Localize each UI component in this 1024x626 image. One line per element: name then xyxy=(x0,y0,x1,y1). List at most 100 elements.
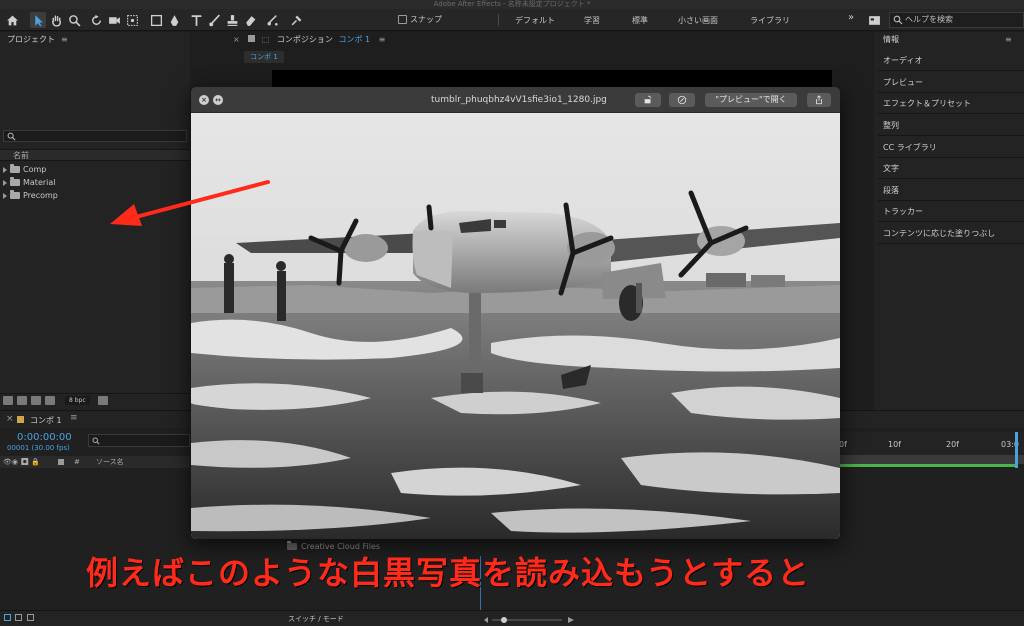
open-in-preview-button[interactable]: "プレビュー"で開く xyxy=(705,93,797,107)
hand-tool-icon[interactable] xyxy=(48,12,64,28)
project-panel-title[interactable]: プロジェクト ≡ xyxy=(7,34,68,45)
rotate-tool-icon[interactable] xyxy=(88,12,104,28)
eraser-tool-icon[interactable] xyxy=(242,12,258,28)
toggle-duration-icon[interactable] xyxy=(27,614,34,621)
search-icon xyxy=(7,132,16,141)
zoom-tool-icon[interactable] xyxy=(66,12,82,28)
trash-icon[interactable] xyxy=(97,396,108,405)
fullscreen-icon[interactable]: ↔ xyxy=(213,95,223,105)
workspace-library[interactable]: ライブラリ xyxy=(750,15,790,26)
panel-cc-libraries[interactable]: CC ライブラリ xyxy=(878,137,1024,158)
folder-icon xyxy=(10,190,20,199)
project-item-label: Precomp xyxy=(23,191,58,200)
current-timecode[interactable]: 0:00:00:00 xyxy=(17,432,72,443)
puppet-pin-tool-icon[interactable] xyxy=(288,12,304,28)
brush-tool-icon[interactable] xyxy=(206,12,222,28)
render-bar xyxy=(838,464,1018,467)
quicklook-window: × ↔ tumblr_phuqbhz4vV1sfie3io1_1280.jpg … xyxy=(191,87,840,539)
snap-checkbox[interactable] xyxy=(398,15,407,24)
timeline-search-input[interactable] xyxy=(88,434,190,447)
composition-panel-name: コンポ 1 xyxy=(338,35,371,44)
toggle-switches-icon[interactable] xyxy=(4,614,11,621)
playhead[interactable] xyxy=(1015,432,1018,468)
panel-content-aware-fill[interactable]: コンテンツに応じた塗りつぶし xyxy=(878,223,1024,244)
pen-tool-icon[interactable] xyxy=(166,12,182,28)
more-workspaces-button[interactable]: » xyxy=(848,12,854,23)
work-area-bar[interactable] xyxy=(838,455,1024,464)
new-composition-icon[interactable] xyxy=(31,396,41,405)
selection-tool-icon[interactable] xyxy=(30,12,46,28)
quicklook-filename: tumblr_phuqbhz4vV1sfie3io1_1280.jpg xyxy=(431,95,607,105)
workspace-panel-icon[interactable] xyxy=(866,12,882,28)
av-switches-icon[interactable]: 👁◉ ⏺ 🔒 xyxy=(3,456,40,468)
column-number[interactable]: # xyxy=(74,456,80,468)
workspace-default[interactable]: デフォルト xyxy=(515,15,555,26)
close-tab-icon[interactable]: × xyxy=(233,35,240,44)
close-tab-icon[interactable]: × xyxy=(6,414,14,424)
workspace-standard[interactable]: 標準 xyxy=(632,15,648,26)
workspace-small-screen[interactable]: 小さい画面 xyxy=(678,15,718,26)
help-search-input[interactable]: ヘルプを検索 xyxy=(889,12,1024,28)
folder-icon xyxy=(10,177,20,186)
rectangle-tool-icon[interactable] xyxy=(148,12,164,28)
label-icon[interactable] xyxy=(58,459,64,465)
snap-toggle[interactable]: スナップ xyxy=(398,14,442,25)
panel-preview[interactable]: プレビュー xyxy=(878,72,1024,93)
composition-panel-tab[interactable]: × ⬚ コンポジション コンポ 1 ≡ xyxy=(233,34,385,45)
lock-icon[interactable]: ⬚ xyxy=(262,35,270,44)
panel-menu-icon[interactable]: ≡ xyxy=(379,35,386,44)
preview-photo[interactable] xyxy=(191,113,840,539)
interpret-footage-icon[interactable] xyxy=(3,396,13,405)
quicklook-titlebar[interactable]: × ↔ tumblr_phuqbhz4vV1sfie3io1_1280.jpg … xyxy=(191,87,840,113)
panel-menu-icon[interactable]: ≡ xyxy=(1005,35,1012,44)
project-settings-icon[interactable] xyxy=(45,396,55,405)
help-search-placeholder: ヘルプを検索 xyxy=(905,15,953,24)
expand-triangle-icon[interactable] xyxy=(3,192,7,199)
panel-menu-icon[interactable]: ≡ xyxy=(70,413,78,423)
panel-menu-icon[interactable]: ≡ xyxy=(61,35,68,44)
ruler-tick-0f: 0f xyxy=(839,440,847,449)
snap-label: スナップ xyxy=(410,15,442,24)
roto-brush-tool-icon[interactable] xyxy=(264,12,280,28)
workspace-learn[interactable]: 学習 xyxy=(584,15,600,26)
camera-tool-icon[interactable] xyxy=(106,12,122,28)
close-icon[interactable]: × xyxy=(199,95,209,105)
toggle-modes-icon[interactable] xyxy=(15,614,22,621)
project-column-name[interactable]: 名前 xyxy=(0,149,190,161)
column-source-name[interactable]: ソース名 xyxy=(96,456,124,468)
home-icon[interactable] xyxy=(4,12,20,28)
rotate-button[interactable] xyxy=(635,93,661,107)
timeline-comp-name[interactable]: コンポ 1 xyxy=(30,415,62,426)
app-window: Adobe After Effects - 名称未設定プロジェクト * スナップ… xyxy=(0,0,1024,626)
bit-depth-button[interactable]: 8 bpc xyxy=(65,396,90,405)
comp-viewer-tab[interactable]: コンポ 1 xyxy=(244,51,284,63)
new-folder-icon[interactable] xyxy=(17,396,27,405)
markup-button[interactable] xyxy=(669,93,695,107)
project-footer: 8 bpc xyxy=(0,393,190,407)
caption-text: 例えばこのような白黒写真を読み込もうとすると xyxy=(86,554,811,592)
expand-triangle-icon[interactable] xyxy=(3,179,7,186)
clone-stamp-tool-icon[interactable] xyxy=(224,12,240,28)
ruler-tick-10f: 10f xyxy=(888,440,901,449)
frame-rate: 00001 (30.00 fps) xyxy=(7,444,70,452)
panel-tracker[interactable]: トラッカー xyxy=(878,201,1024,222)
project-search-input[interactable] xyxy=(3,130,187,142)
rotate-icon xyxy=(644,95,652,104)
text-tool-icon[interactable] xyxy=(188,12,204,28)
timeline-columns: 👁◉ ⏺ 🔒 # ソース名 xyxy=(0,456,190,468)
time-ruler[interactable] xyxy=(838,432,1024,456)
expand-triangle-icon[interactable] xyxy=(3,166,7,173)
timeline-zoom-slider[interactable] xyxy=(482,616,582,624)
switch-mode-toggle[interactable]: スイッチ / モード xyxy=(288,614,344,624)
pan-behind-tool-icon[interactable] xyxy=(124,12,140,28)
share-button[interactable] xyxy=(807,93,831,107)
panel-paragraph[interactable]: 段落 xyxy=(878,180,1024,201)
panel-align[interactable]: 整列 xyxy=(878,115,1024,136)
panel-audio[interactable]: オーディオ xyxy=(878,50,1024,71)
search-icon xyxy=(92,437,100,445)
folder-icon xyxy=(10,164,20,173)
search-icon xyxy=(893,15,903,25)
panel-character[interactable]: 文字 xyxy=(878,158,1024,179)
panel-effects-presets[interactable]: エフェクト＆プリセット xyxy=(878,93,1024,114)
info-panel-title[interactable]: 情報 ≡ xyxy=(883,34,1012,45)
